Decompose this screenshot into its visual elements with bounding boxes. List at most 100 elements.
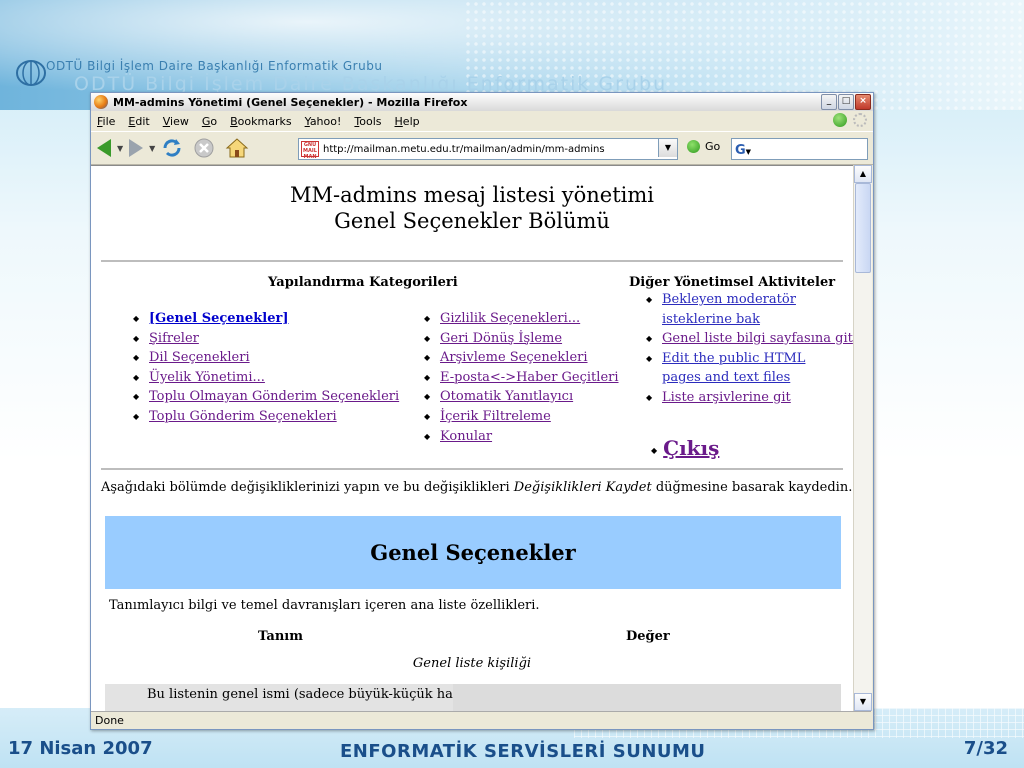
instructions-part2: düğmesine basarak kaydedin.	[651, 480, 853, 495]
link-nondigest-options[interactable]: Toplu Olmayan Gönderim Seçenekleri	[149, 389, 399, 404]
page-title: MM-admins mesaj listesi yönetimi Genel S…	[91, 182, 853, 234]
link-language-options[interactable]: Dil Seçenekleri	[149, 350, 250, 365]
list-item: Liste arşivlerine git	[645, 388, 853, 408]
list-item-continuation: isteklerine bak	[645, 310, 853, 330]
link-pending-requests[interactable]: Bekleyen moderatör	[662, 292, 796, 307]
menu-yahoo[interactable]: Yahoo!	[305, 115, 342, 128]
scroll-thumb[interactable]	[855, 183, 871, 273]
list-item: Şifreler	[132, 329, 399, 349]
column-header-definition: Tanım	[258, 629, 303, 644]
list-item: Üyelik Yönetimi...	[132, 368, 399, 388]
forward-dropdown-icon[interactable]: ▼	[149, 144, 155, 153]
link-passwords[interactable]: Şifreler	[149, 331, 199, 346]
config-list-col2: Gizlilik Seçenekleri... Geri Dönüş İşlem…	[423, 309, 619, 446]
reload-button[interactable]	[161, 137, 183, 159]
link-bounce-processing[interactable]: Geri Dönüş İşleme	[440, 331, 562, 346]
menu-go[interactable]: Go	[202, 115, 217, 128]
row-value-cell[interactable]	[457, 684, 841, 712]
list-item: Arşivleme Seçenekleri	[423, 348, 619, 368]
stop-button[interactable]	[193, 137, 215, 159]
other-activities-heading: Diğer Yönetimsel Aktiviteler	[629, 275, 836, 290]
menu-bookmarks[interactable]: Bookmarks	[230, 115, 291, 128]
home-icon	[226, 138, 249, 158]
bullet-icon: ◆	[651, 444, 658, 455]
link-digest-options[interactable]: Toplu Gönderim Seçenekleri	[149, 409, 337, 424]
divider	[101, 468, 843, 470]
status-bar: Done	[91, 711, 871, 729]
firefox-icon	[94, 95, 108, 109]
config-list-col1: [Genel Seçenekler] Şifreler Dil Seçenekl…	[132, 309, 399, 427]
scroll-up-button[interactable]: ▲	[854, 165, 872, 183]
link-pending-requests-cont[interactable]: isteklerine bak	[662, 312, 760, 327]
menu-edit[interactable]: Edit	[128, 115, 149, 128]
list-item: Toplu Olmayan Gönderim Seçenekleri	[132, 387, 399, 407]
url-dropdown-icon[interactable]: ▼	[658, 139, 677, 157]
menu-help[interactable]: Help	[395, 115, 420, 128]
window-titlebar[interactable]: MM-admins Yönetimi (Genel Seçenekler) - …	[91, 93, 873, 111]
link-mail-news-gateways[interactable]: E-posta<->Haber Geçitleri	[440, 370, 619, 385]
address-bar[interactable]: GNU MAIL MAN http://mailman.metu.edu.tr/ma…	[298, 138, 678, 160]
list-item: Bekleyen moderatör	[645, 290, 853, 310]
link-edit-html-cont[interactable]: pages and text files	[662, 370, 790, 385]
list-item: [Genel Seçenekler]	[132, 309, 399, 329]
list-item: Genel liste bilgi sayfasına git	[645, 329, 853, 349]
link-membership[interactable]: Üyelik Yönetimi...	[149, 370, 265, 385]
section-banner: Genel Seçenekler	[105, 516, 841, 589]
menu-file[interactable]: File	[97, 115, 115, 128]
forward-button[interactable]	[129, 139, 144, 157]
go-arrow-icon	[687, 140, 700, 153]
list-item: Toplu Gönderim Seçenekleri	[132, 407, 399, 427]
home-button[interactable]	[225, 137, 249, 159]
odtu-logo-icon	[14, 58, 48, 88]
list-item: Gizlilik Seçenekleri...	[423, 309, 619, 329]
web-content: MM-admins mesaj listesi yönetimi Genel S…	[91, 165, 853, 712]
link-topics[interactable]: Konular	[440, 429, 492, 444]
list-item: Dil Seçenekleri	[132, 348, 399, 368]
back-arrow-icon	[97, 139, 111, 157]
maximize-button[interactable]: □	[838, 94, 854, 110]
url-text: http://mailman.metu.edu.tr/mailman/admin…	[323, 143, 605, 155]
link-general-options[interactable]: [Genel Seçenekler]	[149, 311, 289, 326]
instructions-part1: Aşağıdaki bölümde değişikliklerinizi yap…	[101, 480, 514, 495]
list-item: İçerik Filtreleme	[423, 407, 619, 427]
link-general-info-page[interactable]: Genel liste bilgi sayfasına git	[662, 331, 853, 346]
subsection-title: Genel liste kişiliği	[412, 656, 532, 671]
link-archiving-options[interactable]: Arşivleme Seçenekleri	[440, 350, 588, 365]
search-input[interactable]: G▼	[731, 138, 868, 160]
link-privacy-options[interactable]: Gizlilik Seçenekleri...	[440, 311, 580, 326]
mailman-favicon: GNU MAIL MAN	[301, 141, 319, 160]
update-icon[interactable]	[833, 113, 847, 127]
header-org-small: ODTÜ Bilgi İşlem Daire Başkanlığı Enform…	[46, 59, 383, 73]
go-button[interactable]: Go	[687, 140, 720, 153]
google-search-icon[interactable]: G	[735, 143, 746, 158]
back-dropdown-icon[interactable]: ▼	[117, 144, 123, 153]
window-title: MM-admins Yönetimi (Genel Seçenekler) - …	[113, 95, 468, 109]
scroll-down-button[interactable]: ▼	[854, 693, 872, 711]
back-button[interactable]	[97, 139, 111, 157]
close-button[interactable]: ×	[855, 94, 871, 110]
footer-title: ENFORMATİK SERVİSLERİ SUNUMU	[340, 741, 706, 762]
navigation-toolbar: ▼ ▼ GNU MAIL MAN http://mailman.metu.edu.	[91, 131, 873, 165]
column-header-value: Değer	[626, 629, 670, 644]
go-label: Go	[705, 140, 721, 153]
list-item-continuation: pages and text files	[645, 368, 853, 388]
other-activities-list: Bekleyen moderatör isteklerine bak Genel…	[645, 290, 853, 408]
forward-arrow-icon	[129, 139, 144, 157]
logout-link[interactable]: Çıkış	[663, 436, 719, 460]
list-item: Geri Dönüş İşleme	[423, 329, 619, 349]
vertical-scrollbar[interactable]: ▲ ▼	[853, 165, 872, 711]
minimize-button[interactable]: _	[821, 94, 837, 110]
list-item: Otomatik Yanıtlayıcı	[423, 387, 619, 407]
divider	[101, 260, 843, 262]
link-edit-html[interactable]: Edit the public HTML	[662, 351, 805, 366]
menu-view[interactable]: View	[163, 115, 189, 128]
instructions-text: Aşağıdaki bölümde değişikliklerinizi yap…	[101, 480, 852, 495]
footer-page-number: 7/32	[963, 738, 1008, 759]
link-autoresponder[interactable]: Otomatik Yanıtlayıcı	[440, 389, 573, 404]
menu-tools[interactable]: Tools	[354, 115, 381, 128]
table-row: Bu listenin genel ismi (sadece büyük-küç…	[105, 684, 841, 712]
link-content-filtering[interactable]: İçerik Filtreleme	[440, 409, 551, 424]
list-item: E-posta<->Haber Geçitleri	[423, 368, 619, 388]
config-categories-heading: Yapılandırma Kategorileri	[268, 275, 458, 290]
link-archives[interactable]: Liste arşivlerine git	[662, 390, 791, 405]
